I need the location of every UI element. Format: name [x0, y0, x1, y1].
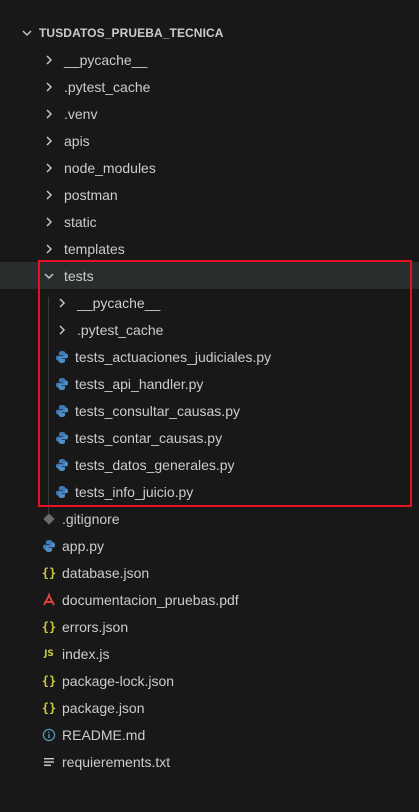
python-icon	[42, 539, 56, 553]
item-label: requierements.txt	[62, 753, 171, 770]
folder-item-pytest-cache[interactable]: .pytest_cache	[0, 316, 419, 343]
explorer-tree: __pycache__ .pytest_cache .venv apis node_mo…	[0, 46, 419, 775]
chevron-right-icon	[42, 189, 56, 201]
file-item-index-js[interactable]: JS index.js	[0, 640, 419, 667]
chevron-right-icon	[42, 162, 56, 174]
pdf-icon	[42, 592, 56, 607]
chevron-down-icon	[20, 27, 34, 39]
folder-item-pytest-cache[interactable]: .pytest_cache	[0, 73, 419, 100]
python-icon	[55, 485, 69, 499]
item-label: tests_consultar_causas.py	[75, 402, 240, 419]
json-icon: {}	[41, 619, 57, 634]
item-label: tests	[64, 267, 94, 284]
item-label: tests_api_handler.py	[75, 375, 204, 392]
item-label: static	[64, 213, 97, 230]
item-label: templates	[64, 240, 125, 257]
chevron-down-icon	[42, 270, 56, 282]
python-icon	[55, 431, 69, 445]
item-label: __pycache__	[64, 51, 148, 68]
explorer-root-label: TUSDATOS_PRUEBA_TECNICA	[39, 26, 224, 40]
item-label: __pycache__	[77, 294, 161, 311]
item-label: .pytest_cache	[77, 321, 164, 338]
item-label: app.py	[62, 537, 105, 554]
folder-item-apis[interactable]: apis	[0, 127, 419, 154]
file-item-tests-actuaciones-judiciales-py[interactable]: tests_actuaciones_judiciales.py	[0, 343, 419, 370]
file-item-tests-consultar-causas-py[interactable]: tests_consultar_causas.py	[0, 397, 419, 424]
folder-item-templates[interactable]: templates	[0, 235, 419, 262]
file-item-tests-api-handler-py[interactable]: tests_api_handler.py	[0, 370, 419, 397]
chevron-right-icon	[42, 81, 56, 93]
item-label: .gitignore	[62, 510, 120, 527]
file-item-tests-contar-causas-py[interactable]: tests_contar_causas.py	[0, 424, 419, 451]
folder-item-postman[interactable]: postman	[0, 181, 419, 208]
python-icon	[55, 458, 69, 472]
chevron-right-icon	[42, 135, 56, 147]
file-item-requierements-txt[interactable]: requierements.txt	[0, 748, 419, 775]
folder-item-static[interactable]: static	[0, 208, 419, 235]
item-label: index.js	[62, 645, 110, 662]
chevron-right-icon	[42, 54, 56, 66]
item-label: node_modules	[64, 159, 156, 176]
json-icon: {}	[41, 673, 57, 688]
file-item-tests-info-juicio-py[interactable]: tests_info_juicio.py	[0, 478, 419, 505]
folder-item-tests[interactable]: tests	[0, 262, 419, 289]
folder-item-pycache[interactable]: __pycache__	[0, 289, 419, 316]
chevron-right-icon	[55, 324, 69, 336]
item-label: documentacion_pruebas.pdf	[62, 591, 239, 608]
text-lines-icon	[42, 755, 56, 769]
item-label: .pytest_cache	[64, 78, 151, 95]
item-label: database.json	[62, 564, 150, 581]
chevron-right-icon	[42, 243, 56, 255]
folder-item-pycache[interactable]: __pycache__	[0, 46, 419, 73]
item-label: README.md	[62, 726, 146, 743]
chevron-right-icon	[42, 108, 56, 120]
item-label: package-lock.json	[62, 672, 175, 689]
file-item-database-json[interactable]: {} database.json	[0, 559, 419, 586]
item-label: postman	[64, 186, 118, 203]
item-label: tests_contar_causas.py	[75, 429, 223, 446]
file-item-package-lock-json[interactable]: {} package-lock.json	[0, 667, 419, 694]
item-label: apis	[64, 132, 90, 149]
chevron-right-icon	[55, 297, 69, 309]
file-explorer: TUSDATOS_PRUEBA_TECNICA __pycache__ .pyte…	[0, 0, 419, 812]
python-icon	[55, 404, 69, 418]
chevron-right-icon	[42, 216, 56, 228]
python-icon	[55, 350, 69, 364]
file-item-documentacion-pruebas-pdf[interactable]: documentacion_pruebas.pdf	[0, 586, 419, 613]
file-item-tests-datos-generales-py[interactable]: tests_datos_generales.py	[0, 451, 419, 478]
item-label: tests_info_juicio.py	[75, 483, 194, 500]
explorer-root-folder[interactable]: TUSDATOS_PRUEBA_TECNICA	[20, 22, 224, 44]
file-item-readme-md[interactable]: README.md	[0, 721, 419, 748]
item-label: tests_datos_generales.py	[75, 456, 235, 473]
file-item-app-py[interactable]: app.py	[0, 532, 419, 559]
json-icon: {}	[41, 565, 57, 580]
js-icon: JS	[44, 648, 54, 659]
file-item-gitignore[interactable]: .gitignore	[0, 505, 419, 532]
info-icon	[42, 728, 56, 742]
file-item-errors-json[interactable]: {} errors.json	[0, 613, 419, 640]
item-label: package.json	[62, 699, 145, 716]
file-item-package-json[interactable]: {} package.json	[0, 694, 419, 721]
item-label: .venv	[64, 105, 98, 122]
git-icon	[42, 512, 56, 526]
json-icon: {}	[41, 700, 57, 715]
python-icon	[55, 377, 69, 391]
folder-item-node-modules[interactable]: node_modules	[0, 154, 419, 181]
item-label: tests_actuaciones_judiciales.py	[75, 348, 272, 365]
item-label: errors.json	[62, 618, 129, 635]
folder-item-venv[interactable]: .venv	[0, 100, 419, 127]
